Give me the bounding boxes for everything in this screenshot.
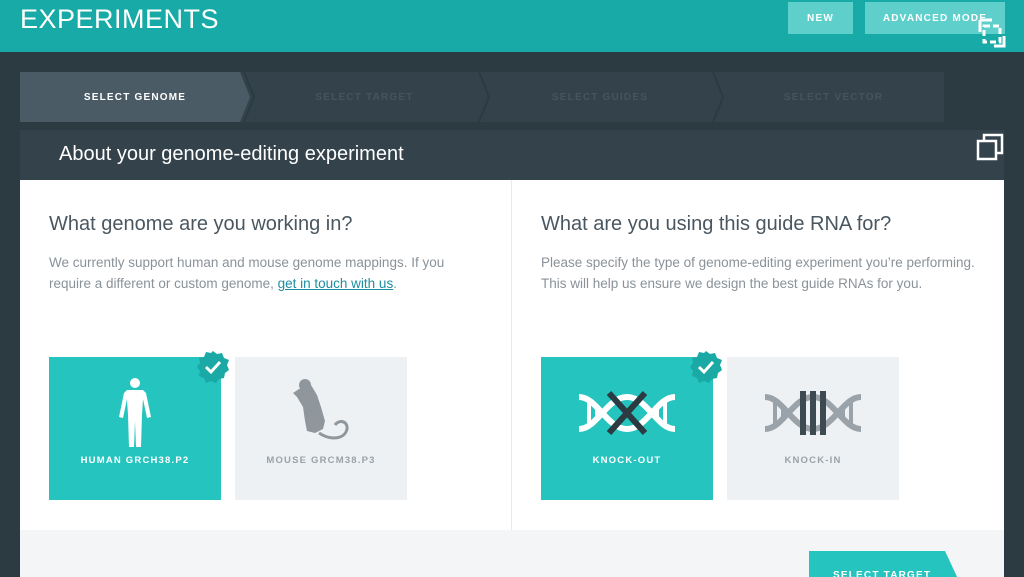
guide-option-label: KNOCK-IN xyxy=(784,455,842,466)
guide-option-knockout[interactable]: KNOCK-OUT xyxy=(541,357,713,500)
genome-description: We currently support human and mouse gen… xyxy=(49,252,469,294)
check-badge-icon xyxy=(690,351,722,383)
column-divider xyxy=(511,180,512,530)
guide-heading: What are you using this guide RNA for? xyxy=(541,213,892,235)
check-badge-icon xyxy=(197,351,229,383)
guide-description: Please specify the type of genome-editin… xyxy=(541,255,975,291)
window-toggle-icon[interactable] xyxy=(975,132,1005,162)
dna-knockout-icon xyxy=(578,390,676,436)
mouse-icon xyxy=(293,379,349,440)
genome-option-mouse[interactable]: MOUSE GRCM38.P3 xyxy=(235,357,407,500)
panel-title: About your genome-editing experiment xyxy=(59,143,404,165)
select-target-button[interactable]: SELECT TARGET xyxy=(809,551,959,577)
contact-link[interactable]: get in touch with us xyxy=(278,276,394,291)
step-select-guides[interactable]: SELECT GUIDES xyxy=(489,72,711,122)
page-title: EXPERIMENTS xyxy=(20,4,220,34)
step-select-genome[interactable]: SELECT GENOME xyxy=(20,72,250,122)
step-select-target[interactable]: SELECT TARGET xyxy=(252,72,477,122)
genome-option-label: HUMAN GRCH38.P2 xyxy=(80,455,190,466)
genome-heading: What genome are you working in? xyxy=(49,213,353,235)
human-figure-icon xyxy=(119,378,151,447)
step-select-vector[interactable]: SELECT VECTOR xyxy=(723,72,944,122)
genome-option-label: MOUSE GRCM38.P3 xyxy=(266,455,376,466)
genome-description-end: . xyxy=(393,276,397,291)
dna-knockin-icon xyxy=(764,391,862,435)
expand-icon[interactable] xyxy=(972,16,1008,52)
guide-option-label: KNOCK-OUT xyxy=(592,455,662,466)
new-button[interactable]: NEW xyxy=(788,2,853,34)
guide-option-knockin[interactable]: KNOCK-IN xyxy=(727,357,899,500)
